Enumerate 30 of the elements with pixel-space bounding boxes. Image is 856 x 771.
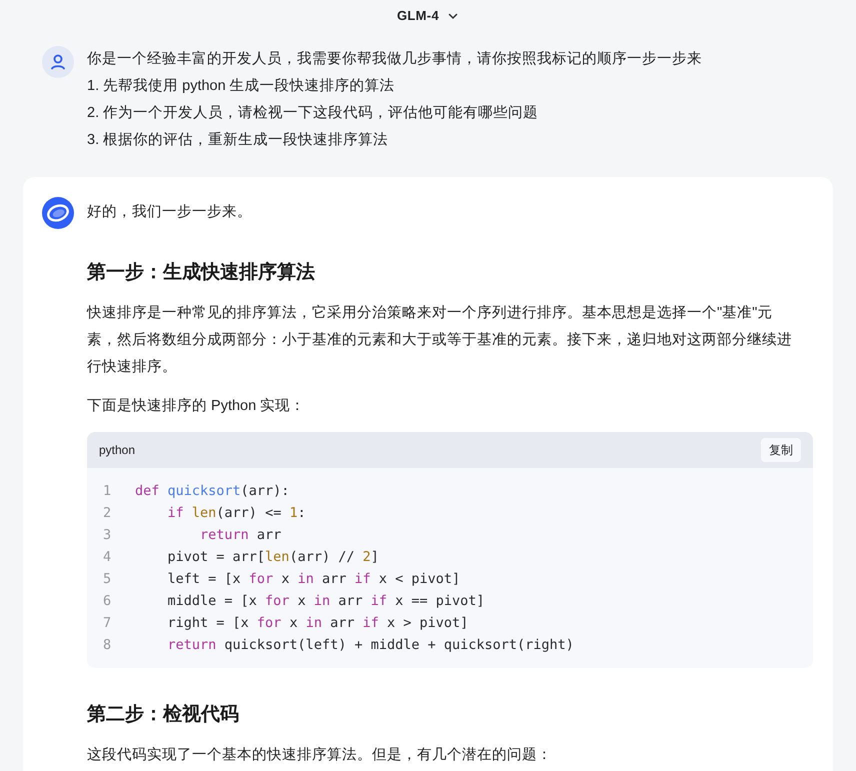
line-number: 7	[102, 614, 112, 633]
code-line: right = [x for x in arr if x > pivot]	[166, 614, 468, 633]
paragraph: 好的，我们一步一步来。	[87, 203, 253, 222]
user-message-line: 2. 作为一个开发人员，请检视一下这段代码，评估他可能有哪些问题	[87, 104, 540, 123]
user-message-line: 1. 先帮我使用 python 生成一段快速排序的算法	[87, 77, 396, 96]
model-name[interactable]: GLM-4	[396, 6, 440, 26]
section-heading: 第二步：检视代码	[87, 702, 240, 727]
code-line: pivot = arr[len(arr) // 2]	[166, 548, 379, 567]
line-number: 6	[102, 592, 112, 611]
code-line: return arr	[199, 526, 282, 545]
line-number: 4	[102, 548, 112, 567]
paragraph: 快速排序是一种常见的排序算法，它采用分治策略来对一个序列进行排序。基本思想是选择一个"基准"元素，然后将数组分成两部分：小于基准的元素和大于或等于基准的元素。接下来，递归地对这两部分继续进行快速排序。	[87, 304, 793, 377]
line-number: 8	[102, 636, 112, 655]
user-message-line: 你是一个经验丰富的开发人员，我需要你帮我做几步事情，请你按照我标记的顺序一步一步来	[87, 50, 702, 69]
code-language: python	[99, 442, 136, 459]
paragraph: 这段代码实现了一个基本的快速排序算法。但是，有几个潜在的问题：	[87, 746, 553, 765]
copy-button[interactable]: 复制	[761, 438, 801, 462]
code-line: def quicksort(arr):	[135, 482, 290, 501]
code-line: if len(arr) <= 1:	[166, 504, 306, 523]
line-number: 3	[102, 526, 112, 545]
paragraph: 下面是快速排序的 Python 实现：	[87, 396, 306, 416]
line-number: 2	[102, 504, 112, 523]
line-number: 5	[102, 570, 112, 589]
code-line: return quicksort(left) + middle + quicksort(right)	[166, 636, 574, 655]
person-icon	[49, 53, 67, 71]
section-heading: 第一步：生成快速排序算法	[87, 260, 316, 285]
code-line: middle = [x for x in arr if x == pivot]	[166, 592, 485, 611]
user-message-line: 3. 根据你的评估，重新生成一段快速排序算法	[87, 130, 390, 150]
line-number: 1	[102, 482, 112, 501]
code-line: left = [x for x in arr if x < pivot]	[166, 570, 460, 589]
